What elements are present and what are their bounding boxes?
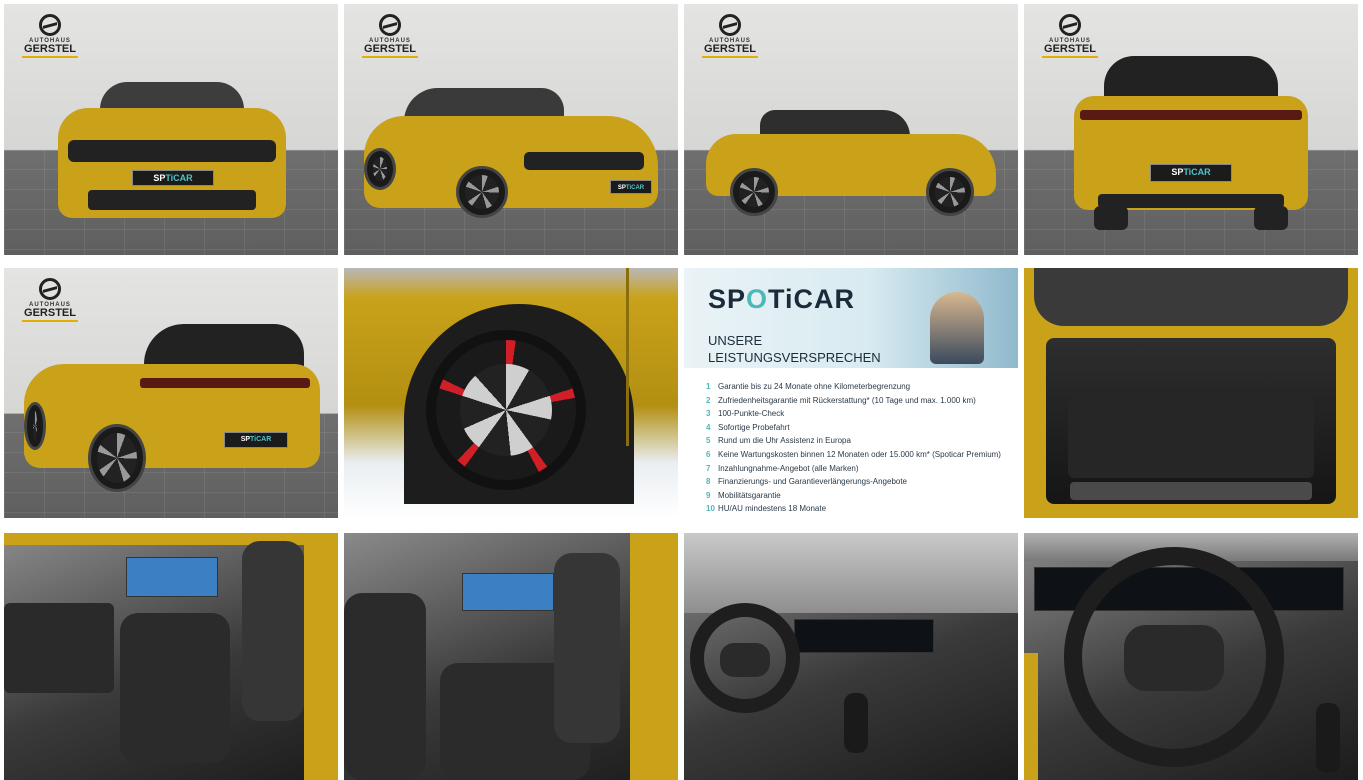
dealer-logo: AUTOHAUS GERSTEL <box>22 14 78 58</box>
rear-wheel <box>88 424 146 492</box>
alloy-rim <box>426 330 586 490</box>
car-front: SPTiCAR <box>58 82 286 224</box>
photo-gallery: AUTOHAUS GERSTEL SPTiCAR AUTOHAUS GERSTE… <box>0 0 1363 780</box>
logo-bar <box>362 56 418 58</box>
logo-bar <box>702 56 758 58</box>
list-item: 2 Zufriedenheitsgarantie mit Rückerstattu… <box>706 395 976 405</box>
gear-lever <box>844 693 868 753</box>
dashboard <box>4 603 114 693</box>
photo-steering-wheel-view[interactable] <box>1024 533 1358 780</box>
opel-logo-icon <box>39 14 61 36</box>
list-item: 4 Sofortige Probefahrt <box>706 422 790 432</box>
opel-logo-icon <box>39 278 61 300</box>
dealer-logo: AUTOHAUS GERSTEL <box>702 14 758 58</box>
rear-wheel <box>364 148 396 190</box>
right-tire <box>1254 206 1288 230</box>
spoticar-headline: UNSERE LEISTUNGSVERSPRECHEN <box>708 333 881 365</box>
photo-dashboard-view[interactable] <box>684 533 1018 780</box>
photo-front-view[interactable]: AUTOHAUS GERSTEL SPTiCAR <box>4 4 338 255</box>
tail-lights <box>140 378 310 388</box>
window-view <box>462 573 554 611</box>
seat-headrest <box>242 541 304 721</box>
logo-line-2: GERSTEL <box>1044 43 1096 55</box>
steering-hub <box>720 643 770 677</box>
spoticar-brand: SPOTiCAR <box>708 284 856 314</box>
logo-bar <box>22 320 78 322</box>
spoticar-promise-card[interactable]: SPOTiCAR UNSERE LEISTUNGSVERSPRECHEN 1 Ga… <box>684 268 1018 518</box>
dealer-logo: AUTOHAUS GERSTEL <box>1042 14 1098 58</box>
license-plate: SPTiCAR <box>1150 164 1232 182</box>
car-three-quarter: SPTiCAR <box>364 88 658 234</box>
rear-wheel <box>730 168 778 216</box>
opel-logo-icon <box>1059 14 1081 36</box>
lower-grille <box>88 190 256 210</box>
car-side <box>706 110 996 216</box>
photo-wheel-closeup[interactable] <box>344 268 678 518</box>
car-rear-three-quarter: SPTiCAR <box>24 324 320 492</box>
steering-hub <box>1124 625 1224 691</box>
rear-window <box>1104 56 1278 100</box>
door-frame <box>630 533 678 780</box>
list-item: 9 Mobilitätsgarantie <box>706 490 781 500</box>
driver-seat <box>120 613 230 763</box>
photo-side-view[interactable]: AUTOHAUS GERSTEL <box>684 4 1018 255</box>
photo-rear-seats-view[interactable] <box>344 533 678 780</box>
front-grille <box>524 152 644 170</box>
list-item: 7 Inzahlungnahme-Angebot (alle Marken) <box>706 463 859 473</box>
photo-front-three-quarter-view[interactable]: AUTOHAUS GERSTEL SPTiCAR <box>344 4 678 255</box>
front-wheel <box>456 166 508 218</box>
trunk-floor <box>1068 398 1314 478</box>
logo-line-2: GERSTEL <box>704 43 756 55</box>
window-view <box>126 557 218 597</box>
list-item: 10 HU/AU mindestens 18 Monate <box>706 504 827 514</box>
rear-backrest <box>554 553 620 743</box>
photo-trunk-view[interactable] <box>1024 268 1358 518</box>
list-item: 3 100-Punkte-Check <box>706 409 785 419</box>
infotainment-screen <box>794 619 934 653</box>
gear-lever <box>1316 703 1340 773</box>
front-grille <box>68 140 276 162</box>
opel-logo-icon <box>719 14 741 36</box>
photo-rear-view[interactable]: AUTOHAUS GERSTEL SPTiCAR <box>1024 4 1358 255</box>
list-item: 1 Garantie bis zu 24 Monate ohne Kilomete… <box>706 382 911 391</box>
dealer-logo: AUTOHAUS GERSTEL <box>362 14 418 58</box>
trunk-lid <box>1034 268 1348 326</box>
windshield-view <box>684 533 1018 613</box>
promise-list: 1 Garantie bis zu 24 Monate ohne Kilomete… <box>706 380 1008 516</box>
logo-line-2: GERSTEL <box>24 307 76 319</box>
logo-line-2: GERSTEL <box>364 43 416 55</box>
location-pin-icon: O <box>746 284 769 314</box>
license-plate: SPTiCAR <box>610 180 652 194</box>
logo-bar <box>22 56 78 58</box>
couple-photo <box>930 292 984 364</box>
list-item: 8 Finanzierungs- und Garantieverlängerung… <box>706 477 908 487</box>
photo-front-seats-view[interactable] <box>4 533 338 780</box>
license-plate: SPTiCAR <box>132 170 214 186</box>
list-item: 6 Keine Wartungskosten binnen 12 Monaten … <box>706 449 1001 459</box>
logo-line-2: GERSTEL <box>24 43 76 55</box>
dealer-logo: AUTOHAUS GERSTEL <box>22 278 78 322</box>
door-seam <box>626 268 629 446</box>
list-item: 5 Rund um die Uhr Assistenz in Europa <box>706 436 851 446</box>
opel-logo-icon <box>379 14 401 36</box>
car-rear: SPTiCAR <box>1074 56 1308 230</box>
trunk-sill <box>1070 482 1312 500</box>
door-frame <box>1024 653 1038 780</box>
front-seat-back <box>344 593 426 780</box>
license-plate: SPTiCAR <box>224 432 288 448</box>
front-wheel <box>24 402 46 450</box>
photo-rear-three-quarter-view[interactable]: AUTOHAUS GERSTEL SPTiCAR <box>4 268 338 518</box>
tail-lights <box>1080 110 1302 120</box>
door-frame <box>304 533 338 780</box>
front-wheel <box>926 168 974 216</box>
left-tire <box>1094 206 1128 230</box>
